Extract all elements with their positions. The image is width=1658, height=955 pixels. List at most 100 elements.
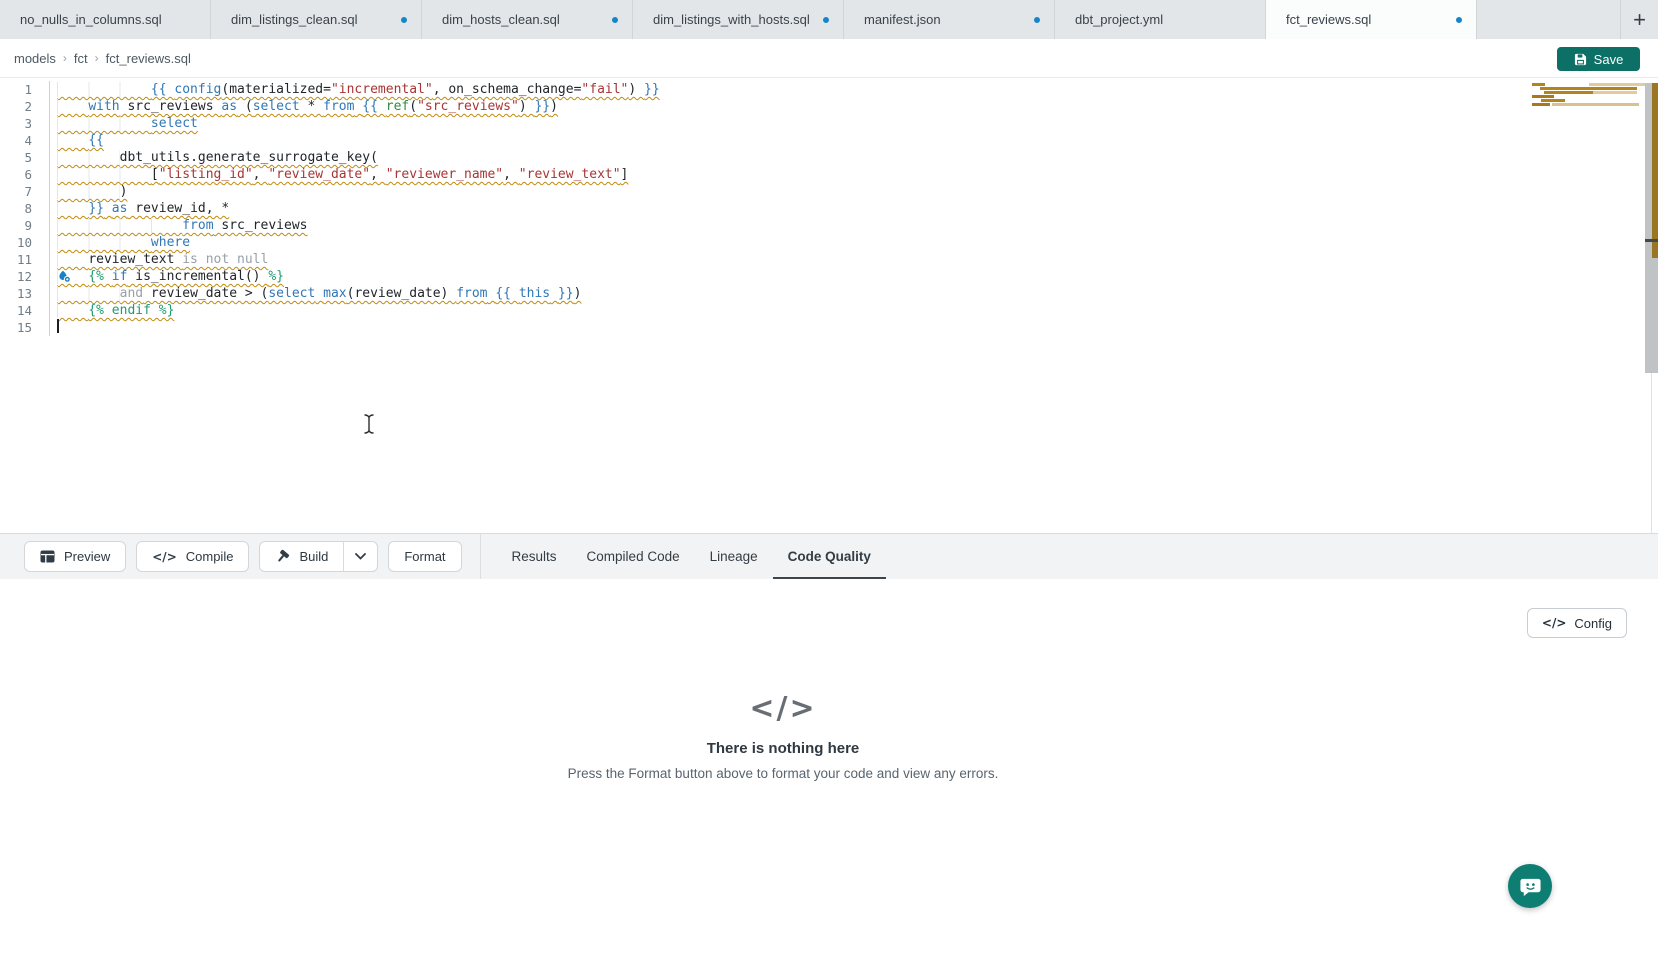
empty-state-subtitle: Press the Format button above to format …: [333, 766, 1233, 781]
toolbar-divider: [480, 534, 481, 580]
panel-tabs: ResultsCompiled CodeLineageCode Quality: [497, 534, 886, 580]
preview-label: Preview: [64, 549, 110, 564]
code-line-content: dbt_utils.generate_surrogate_key(: [50, 149, 378, 166]
code-brackets-icon: </>: [152, 550, 177, 564]
code-editor[interactable]: 1 {{ config(materialized="incremental", …: [0, 78, 1658, 533]
compile-label: Compile: [186, 549, 234, 564]
editor-scrollbar[interactable]: [1645, 83, 1658, 373]
config-label: Config: [1574, 616, 1612, 631]
code-line-content: review_text is not null: [50, 251, 268, 268]
mouse-cursor-ibeam: [362, 413, 376, 440]
result-panel: </> Config </> There is nothing here Pre…: [0, 579, 1658, 955]
code-line[interactable]: 9 from src_reviews: [0, 217, 1658, 234]
chevron-right-icon: ›: [95, 51, 99, 65]
breadcrumb: models › fct › fct_reviews.sql: [14, 51, 191, 66]
tab-strip-filler: [1477, 0, 1620, 39]
save-button[interactable]: Save: [1557, 47, 1640, 71]
panel-tab-code-quality[interactable]: Code Quality: [773, 534, 886, 580]
code-line-content: with src_reviews as (select * from {{ re…: [50, 98, 558, 115]
hammer-icon: [275, 549, 290, 564]
config-button[interactable]: </> Config: [1527, 608, 1627, 638]
file-tab[interactable]: manifest.json: [844, 0, 1055, 39]
modified-dot-icon: [823, 17, 829, 23]
line-number: 5: [0, 149, 50, 166]
format-label: Format: [404, 549, 445, 564]
code-line[interactable]: 6 ["listing_id", "review_date", "reviewe…: [0, 166, 1658, 183]
line-number: 7: [0, 183, 50, 200]
build-dropdown-button[interactable]: [343, 542, 377, 571]
file-tab[interactable]: fct_reviews.sql: [1266, 0, 1477, 39]
modified-dot-icon: [1456, 17, 1462, 23]
chat-bubble-icon: [1519, 875, 1542, 898]
code-line-content: and review_date > (select max(review_dat…: [50, 285, 581, 302]
modified-dot-icon: [1034, 17, 1040, 23]
panel-tab-compiled-code[interactable]: Compiled Code: [572, 534, 695, 580]
code-lines: 1 {{ config(materialized="incremental", …: [0, 78, 1658, 336]
line-number: 14: [0, 302, 50, 319]
breadcrumb-item-fct[interactable]: fct: [74, 51, 88, 66]
code-line-content: ["listing_id", "review_date", "reviewer_…: [50, 166, 628, 183]
code-line[interactable]: 10 where: [0, 234, 1658, 251]
new-tab-button[interactable]: +: [1620, 0, 1658, 39]
chevron-right-icon: ›: [63, 51, 67, 65]
code-line[interactable]: 2 with src_reviews as (select * from {{ …: [0, 98, 1658, 115]
format-button[interactable]: Format: [388, 541, 461, 572]
file-tab[interactable]: dbt_project.yml: [1055, 0, 1266, 39]
panel-tab-results[interactable]: Results: [497, 534, 572, 580]
line-number: 1: [0, 81, 50, 98]
code-line[interactable]: 5 dbt_utils.generate_surrogate_key(: [0, 149, 1658, 166]
code-line[interactable]: 7 ): [0, 183, 1658, 200]
build-split-button: Build: [259, 541, 378, 572]
file-tab-label: manifest.json: [864, 12, 941, 27]
line-number: 10: [0, 234, 50, 251]
code-line-content: {% endif %}: [50, 302, 174, 319]
code-line-content: {{: [50, 132, 104, 149]
code-line-content: where: [50, 234, 190, 251]
code-line[interactable]: 13 and review_date > (select max(review_…: [0, 285, 1658, 302]
file-tab-strip: no_nulls_in_columns.sqldim_listings_clea…: [0, 0, 1658, 39]
line-number: 15: [0, 319, 50, 336]
file-tab[interactable]: dim_listings_clean.sql: [211, 0, 422, 39]
code-line-content: {% if is_incremental() %}: [50, 268, 284, 285]
file-tab[interactable]: no_nulls_in_columns.sql: [0, 0, 211, 39]
line-number: 13: [0, 285, 50, 302]
file-tab[interactable]: dim_listings_with_hosts.sql: [633, 0, 844, 39]
line-number: 6: [0, 166, 50, 183]
code-line-content: }} as review_id, *: [50, 200, 229, 217]
editor-right-border: [1651, 373, 1652, 533]
line-number: 12: [0, 268, 50, 285]
warning-overview-marks: [1652, 83, 1658, 258]
compile-button[interactable]: </> Compile: [136, 541, 249, 572]
breadcrumb-item-models[interactable]: models: [14, 51, 56, 66]
breadcrumb-row: models › fct › fct_reviews.sql Save: [0, 39, 1658, 78]
panel-tab-lineage[interactable]: Lineage: [695, 534, 773, 580]
code-brackets-large-icon: </>: [333, 691, 1233, 726]
code-line[interactable]: 15: [0, 319, 1658, 336]
minimap: [1532, 83, 1645, 107]
build-button[interactable]: Build: [260, 542, 343, 571]
code-line[interactable]: 1 {{ config(materialized="incremental", …: [0, 81, 1658, 98]
line-number: 11: [0, 251, 50, 268]
line-number: 9: [0, 217, 50, 234]
code-brackets-icon: </>: [1542, 616, 1567, 630]
preview-button[interactable]: Preview: [24, 541, 126, 572]
code-line[interactable]: 11 review_text is not null: [0, 251, 1658, 268]
file-tab-label: dim_listings_with_hosts.sql: [653, 12, 810, 27]
plus-icon: +: [1633, 7, 1646, 33]
file-tab-label: fct_reviews.sql: [1286, 12, 1371, 27]
copilot-chat-button[interactable]: [1508, 864, 1552, 908]
line-number: 3: [0, 115, 50, 132]
breadcrumb-item-file: fct_reviews.sql: [106, 51, 191, 66]
code-line[interactable]: 4 {{: [0, 132, 1658, 149]
save-label: Save: [1594, 52, 1624, 67]
chevron-down-icon: [355, 553, 366, 560]
code-line-content: from src_reviews: [50, 217, 307, 234]
file-tab[interactable]: dim_hosts_clean.sql: [422, 0, 633, 39]
scrollbar-thumb[interactable]: [1645, 239, 1658, 242]
code-line-content: select: [50, 115, 198, 132]
line-number: 8: [0, 200, 50, 217]
code-line[interactable]: 3 select: [0, 115, 1658, 132]
code-line[interactable]: 12 {% if is_incremental() %}: [0, 268, 1658, 285]
code-line[interactable]: 8 }} as review_id, *: [0, 200, 1658, 217]
code-line[interactable]: 14 {% endif %}: [0, 302, 1658, 319]
